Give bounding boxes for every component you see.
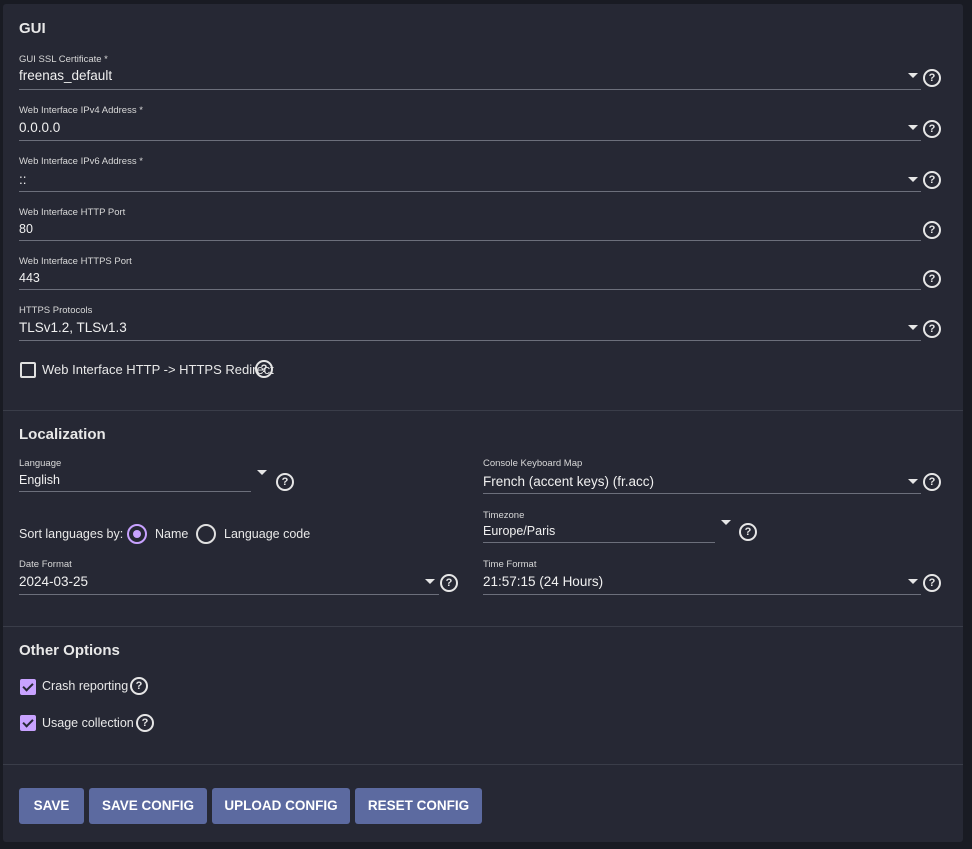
caret-down-icon[interactable] xyxy=(908,125,918,130)
help-circle-icon[interactable]: ? xyxy=(923,574,941,592)
section-divider xyxy=(3,764,963,765)
ssl-certificate-label: GUI SSL Certificate * xyxy=(19,54,108,65)
localization-section-title: Localization xyxy=(19,426,106,443)
help-circle-icon[interactable]: ? xyxy=(276,473,294,491)
help-circle-icon[interactable]: ? xyxy=(923,69,941,87)
timezone-label: Timezone xyxy=(483,510,525,521)
sort-by-language-code-label: Language code xyxy=(224,527,311,541)
https-port-input[interactable]: Web Interface HTTPS Port 443 xyxy=(19,256,921,290)
field-underline xyxy=(19,240,921,241)
sort-by-language-code-radio[interactable] xyxy=(196,524,216,544)
field-underline xyxy=(483,542,715,543)
sort-languages-label: Sort languages by: xyxy=(19,527,124,541)
time-format-label: Time Format xyxy=(483,559,537,570)
caret-down-icon[interactable] xyxy=(721,520,731,525)
ipv6-address-select[interactable]: Web Interface IPv6 Address * :: xyxy=(19,156,921,192)
reset-config-button[interactable]: RESET CONFIG xyxy=(355,788,482,824)
caret-down-icon[interactable] xyxy=(425,579,435,584)
other-options-section-title: Other Options xyxy=(19,642,120,659)
https-protocols-value: TLSv1.2, TLSv1.3 xyxy=(19,320,127,335)
https-port-value: 443 xyxy=(19,271,40,285)
field-underline xyxy=(19,491,251,492)
date-format-select[interactable]: Date Format 2024-03-25 xyxy=(19,559,439,595)
sort-by-name-label: Name xyxy=(155,527,189,541)
http-port-input[interactable]: Web Interface HTTP Port 80 xyxy=(19,207,921,241)
crash-reporting-label: Crash reporting xyxy=(42,679,129,693)
field-underline xyxy=(19,340,921,341)
help-circle-icon[interactable]: ? xyxy=(923,120,941,138)
ipv6-address-value: :: xyxy=(19,172,27,187)
http-port-value: 80 xyxy=(19,222,33,236)
timezone-select[interactable]: Timezone Europe/Paris xyxy=(483,510,733,544)
ipv6-address-label: Web Interface IPv6 Address * xyxy=(19,156,143,167)
http-port-label: Web Interface HTTP Port xyxy=(19,207,126,218)
keyboard-map-label: Console Keyboard Map xyxy=(483,458,583,469)
section-divider xyxy=(3,410,963,411)
help-circle-icon[interactable]: ? xyxy=(923,473,941,491)
ssl-certificate-value: freenas_default xyxy=(19,68,113,83)
language-select[interactable]: Language English xyxy=(19,458,267,492)
usage-collection-checkbox[interactable] xyxy=(20,715,36,731)
timezone-value: Europe/Paris xyxy=(483,524,556,538)
ipv4-address-label: Web Interface IPv4 Address * xyxy=(19,105,143,116)
settings-card: GUI GUI SSL Certificate * freenas_defaul… xyxy=(3,4,963,842)
field-underline xyxy=(483,594,921,595)
ipv4-address-value: 0.0.0.0 xyxy=(19,120,61,135)
usage-collection-label: Usage collection xyxy=(42,716,134,730)
save-button[interactable]: SAVE xyxy=(19,788,84,824)
keyboard-map-select[interactable]: Console Keyboard Map French (accent keys… xyxy=(483,458,921,494)
help-circle-icon[interactable]: ? xyxy=(923,171,941,189)
field-underline xyxy=(19,140,921,141)
field-underline xyxy=(19,89,921,90)
help-circle-icon[interactable]: ? xyxy=(136,714,154,732)
field-underline xyxy=(19,594,439,595)
help-circle-icon[interactable]: ? xyxy=(739,523,757,541)
date-format-label: Date Format xyxy=(19,559,72,570)
language-label: Language xyxy=(19,458,62,469)
help-circle-icon[interactable]: ? xyxy=(923,221,941,239)
caret-down-icon[interactable] xyxy=(908,325,918,330)
https-protocols-select[interactable]: HTTPS Protocols TLSv1.2, TLSv1.3 xyxy=(19,305,921,341)
sort-by-name-radio[interactable] xyxy=(127,524,147,544)
caret-down-icon[interactable] xyxy=(908,579,918,584)
time-format-select[interactable]: Time Format 21:57:15 (24 Hours) xyxy=(483,559,921,595)
crash-reporting-checkbox[interactable] xyxy=(20,679,36,695)
save-config-button[interactable]: SAVE CONFIG xyxy=(89,788,207,824)
caret-down-icon[interactable] xyxy=(257,470,267,475)
language-value: English xyxy=(19,473,60,487)
help-circle-icon[interactable]: ? xyxy=(255,360,273,378)
https-redirect-checkbox[interactable] xyxy=(20,362,36,378)
caret-down-icon[interactable] xyxy=(908,73,918,78)
time-format-value: 21:57:15 (24 Hours) xyxy=(483,574,604,589)
keyboard-map-value: French (accent keys) (fr.acc) xyxy=(483,474,655,489)
upload-config-button[interactable]: UPLOAD CONFIG xyxy=(212,788,350,824)
help-circle-icon[interactable]: ? xyxy=(923,270,941,288)
field-underline xyxy=(19,289,921,290)
help-circle-icon[interactable]: ? xyxy=(130,677,148,695)
https-port-label: Web Interface HTTPS Port xyxy=(19,256,132,267)
section-divider xyxy=(3,626,963,627)
field-underline xyxy=(483,493,921,494)
caret-down-icon[interactable] xyxy=(908,479,918,484)
https-protocols-label: HTTPS Protocols xyxy=(19,305,93,316)
ssl-certificate-select[interactable]: GUI SSL Certificate * freenas_default xyxy=(19,54,921,90)
help-circle-icon[interactable]: ? xyxy=(923,320,941,338)
caret-down-icon[interactable] xyxy=(908,177,918,182)
ipv4-address-select[interactable]: Web Interface IPv4 Address * 0.0.0.0 xyxy=(19,105,921,141)
https-redirect-label: Web Interface HTTP -> HTTPS Redirect xyxy=(42,362,274,377)
field-underline xyxy=(19,191,921,192)
help-circle-icon[interactable]: ? xyxy=(440,574,458,592)
gui-section-title: GUI xyxy=(19,20,46,37)
date-format-value: 2024-03-25 xyxy=(19,574,89,589)
